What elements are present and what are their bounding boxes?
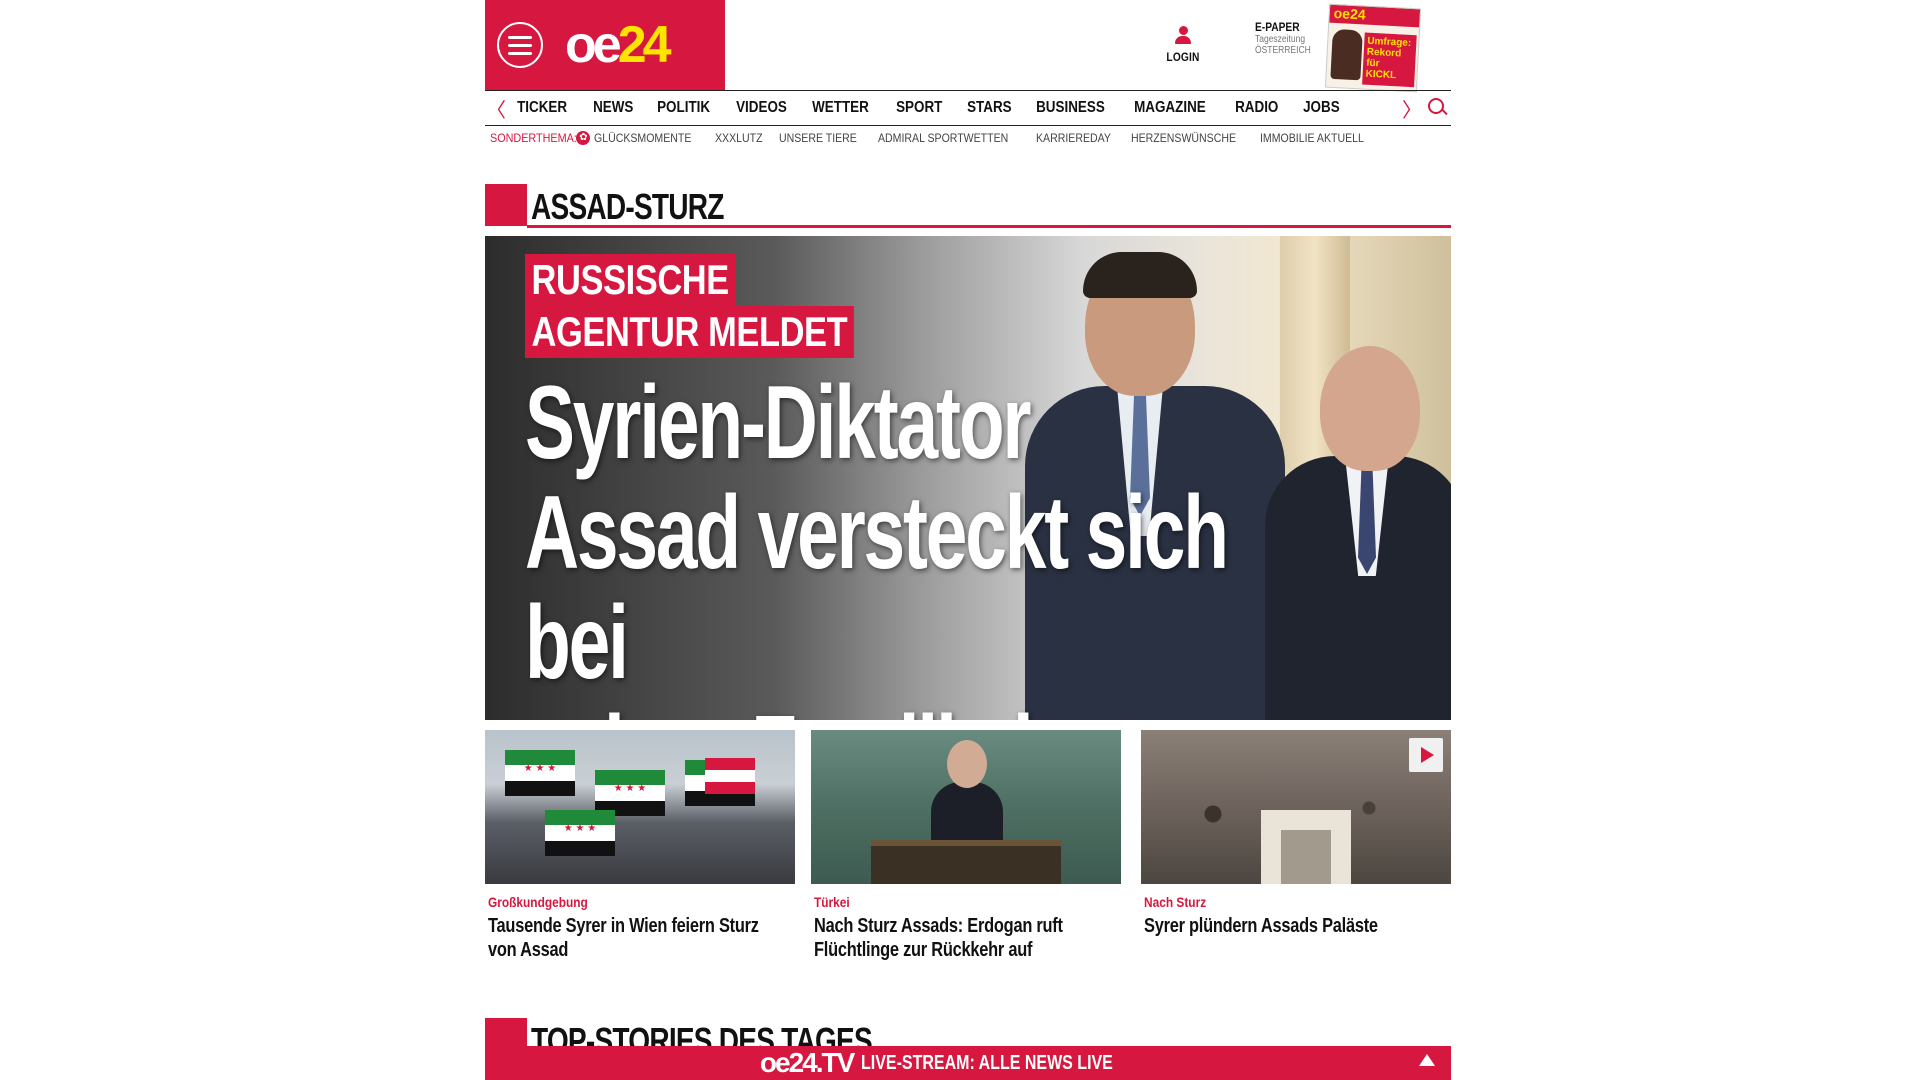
epaper-subtitle: Tageszeitung: [1255, 34, 1306, 45]
section-accent-bar: [485, 184, 527, 226]
teaser-card[interactable]: Großkundgebung Tausende Syrer in Wien fe…: [485, 730, 795, 962]
epaper-cover-thumbnail[interactable]: oe24 Umfrage: Rekord für KICKL: [1324, 3, 1422, 93]
nav-item-news[interactable]: NEWS: [583, 99, 643, 117]
teaser-image: [1141, 730, 1451, 884]
teaser-image: [485, 730, 795, 884]
expand-up-icon[interactable]: [1419, 1054, 1435, 1066]
play-video-icon[interactable]: [1409, 738, 1443, 772]
nav-items: TICKER NEWS POLITIK VIDEOS WETTER SPORT …: [507, 99, 1401, 117]
special-topic-link[interactable]: ADMIRAL SPORTWETTEN: [878, 131, 1008, 145]
epaper-cover-headline: Umfrage: Rekord für KICKL: [1362, 32, 1417, 88]
epaper-cover-logo: oe24: [1329, 4, 1421, 28]
nav-item-sport[interactable]: SPORT: [886, 99, 952, 117]
nav-scroll-left-icon[interactable]: 〈: [485, 94, 507, 123]
teaser-title[interactable]: Syrer plündern Assads Paläste: [1144, 914, 1447, 938]
hero-kicker-line: RUSSISCHE: [525, 254, 736, 306]
special-topic-link[interactable]: UNSERE TIERE: [779, 131, 857, 145]
teaser-card[interactable]: Türkei Nach Sturz Assads: Erdogan ruft F…: [811, 730, 1121, 962]
epaper-title: E-PAPER: [1255, 20, 1300, 34]
teaser-category: Türkei: [814, 894, 850, 910]
teaser-title[interactable]: Nach Sturz Assads: Erdogan ruft Flüchtli…: [814, 914, 1117, 962]
oe24-logo[interactable]: oe24: [565, 16, 672, 74]
teaser-row: Großkundgebung Tausende Syrer in Wien fe…: [485, 730, 1451, 970]
special-topics-bar: SONDERTHEMA: ✿ GLÜCKSMOMENTE XXXLUTZ UNS…: [485, 128, 1451, 148]
hero-headline-line: Syrien-Diktator: [525, 365, 1032, 481]
nav-scroll-right-icon[interactable]: 〉: [1401, 94, 1423, 123]
oe24-tv-logo: oe24.TV: [759, 1047, 855, 1078]
brand-header: oe24: [485, 0, 725, 90]
section-title[interactable]: ASSAD-STURZ: [531, 186, 724, 228]
special-topic-link[interactable]: IMMOBILIE AKTUELL: [1260, 131, 1364, 145]
page: oe24 LOGIN E-PAPER Tageszeitung ÖSTERREI…: [485, 0, 1451, 1080]
nav-item-videos[interactable]: VIDEOS: [726, 99, 797, 117]
nav-item-business[interactable]: BUSINESS: [1026, 99, 1115, 117]
section-heading: ASSAD-STURZ: [485, 184, 1451, 228]
nav-item-ticker[interactable]: TICKER: [507, 99, 577, 117]
teaser-category: Nach Sturz: [1144, 894, 1207, 910]
main-navigation: 〈 TICKER NEWS POLITIK VIDEOS WETTER SPOR…: [485, 90, 1451, 126]
teaser-category: Großkundgebung: [488, 894, 588, 910]
special-topic-link[interactable]: KARRIEREDAY: [1036, 131, 1111, 145]
live-stream-bar[interactable]: oe24.TV LIVE-STREAM: ALLE NEWS LIVE: [485, 1046, 1451, 1080]
login-label: LOGIN: [1166, 50, 1200, 64]
epaper-cover-photo: [1330, 28, 1363, 81]
nav-item-radio[interactable]: RADIO: [1225, 99, 1288, 117]
hero-article[interactable]: RUSSISCHE AGENTUR MELDET Syrien-Diktator…: [485, 236, 1451, 720]
live-stream-label: LIVE-STREAM: ALLE NEWS LIVE: [861, 1051, 1114, 1074]
section-underline: [527, 225, 1451, 228]
epaper-subtitle: ÖSTERREICH: [1255, 45, 1311, 56]
teaser-title[interactable]: Tausende Syrer in Wien feiern Sturz von …: [488, 914, 791, 962]
special-topic-link[interactable]: HERZENSWÜNSCHE: [1131, 131, 1236, 145]
hero-headline-line: Assad versteckt sich bei: [525, 475, 1229, 701]
special-topic-link[interactable]: XXXLUTZ: [715, 131, 763, 145]
clover-icon: ✿: [576, 131, 591, 145]
hero-headline[interactable]: Syrien-Diktator Assad versteckt sich bei…: [525, 368, 1317, 720]
special-topic-link[interactable]: GLÜCKSMOMENTE: [594, 131, 691, 145]
menu-line-icon: [508, 43, 532, 47]
search-icon[interactable]: [1423, 94, 1451, 122]
nav-item-stars[interactable]: STARS: [957, 99, 1022, 117]
hero-kicker-line: AGENTUR MELDET: [525, 306, 854, 358]
nav-item-wetter[interactable]: WETTER: [802, 99, 879, 117]
nav-item-politik[interactable]: POLITIK: [647, 99, 720, 117]
teaser-card[interactable]: Nach Sturz Syrer plündern Assads Paläste: [1141, 730, 1451, 938]
special-topics-label: SONDERTHEMA:: [490, 131, 577, 145]
hamburger-menu-button[interactable]: [497, 22, 543, 68]
menu-line-icon: [508, 35, 532, 39]
hero-kicker: RUSSISCHE AGENTUR MELDET: [525, 254, 926, 358]
nav-item-jobs[interactable]: JOBS: [1293, 99, 1350, 117]
nav-item-magazine[interactable]: MAGAZINE: [1124, 99, 1216, 117]
hero-headline-line: seiner Familie in Moskau: [525, 698, 1317, 720]
teaser-image: [811, 730, 1121, 884]
login-button[interactable]: LOGIN: [1160, 26, 1206, 64]
user-icon: [1175, 26, 1191, 46]
menu-line-icon: [508, 51, 532, 55]
epaper-link[interactable]: E-PAPER Tageszeitung ÖSTERREICH: [1255, 20, 1325, 56]
